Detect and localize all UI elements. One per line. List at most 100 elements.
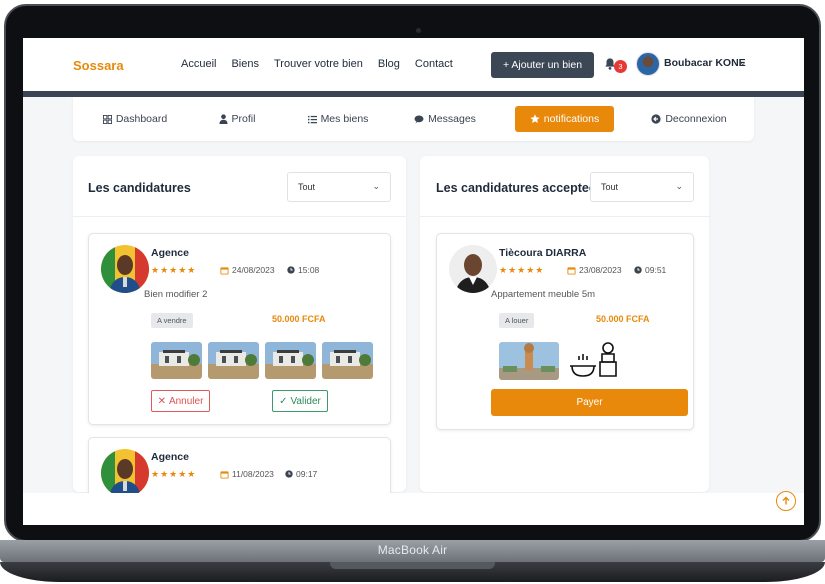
grid-icon bbox=[102, 114, 112, 124]
property-photo[interactable] bbox=[151, 342, 202, 379]
accepted-candidature-card: Tiècoura DIARRA ★★★★★ 23/08/2023 09:51 A… bbox=[436, 233, 694, 430]
tab-label: Mes biens bbox=[320, 113, 369, 125]
nav-link-contact[interactable]: Contact bbox=[415, 58, 453, 70]
pay-button[interactable]: Payer bbox=[491, 389, 688, 416]
date-text: 24/08/2023 bbox=[232, 265, 275, 275]
tab-profil[interactable]: Profil bbox=[209, 106, 265, 132]
acceptees-filter-select[interactable]: Tout ⌄ bbox=[590, 172, 694, 202]
clock-icon bbox=[634, 266, 642, 274]
calendar-icon bbox=[567, 266, 576, 275]
property-photo[interactable] bbox=[499, 342, 559, 380]
scroll-to-top-button[interactable] bbox=[776, 491, 796, 511]
add-property-button[interactable]: + Ajouter un bien bbox=[491, 52, 594, 78]
hinge-notch bbox=[330, 562, 495, 569]
panel-title: Les candidatures bbox=[88, 181, 191, 195]
nav-link-accueil[interactable]: Accueil bbox=[181, 58, 216, 70]
chat-icon bbox=[414, 114, 424, 124]
property-price: 50.000 FCFA bbox=[272, 314, 326, 324]
tab-dashboard[interactable]: Dashboard bbox=[95, 106, 175, 132]
tab-label: Messages bbox=[428, 113, 476, 125]
nav-link-trouver[interactable]: Trouver votre bien bbox=[274, 58, 363, 70]
button-label: Annuler bbox=[168, 395, 204, 407]
tab-label: Deconnexion bbox=[665, 113, 727, 125]
select-value: Tout bbox=[298, 182, 316, 192]
navbar: Sossara Accueil Biens Trouver votre bien… bbox=[23, 38, 804, 91]
calendar-icon bbox=[220, 470, 229, 479]
status-badge: A vendre bbox=[151, 313, 193, 328]
nav-link-blog[interactable]: Blog bbox=[378, 58, 400, 70]
validate-button[interactable]: ✓ Valider bbox=[272, 390, 328, 412]
time-text: 09:51 bbox=[645, 265, 667, 275]
property-photo[interactable] bbox=[208, 342, 259, 379]
candidature-date: 11/08/2023 bbox=[220, 469, 274, 479]
calendar-icon bbox=[220, 266, 229, 275]
nav-links: Accueil Biens Trouver votre bien Blog Co… bbox=[181, 58, 468, 70]
date-text: 23/08/2023 bbox=[579, 265, 622, 275]
candidate-name: Tiècoura DIARRA bbox=[499, 247, 587, 259]
camera bbox=[416, 28, 421, 33]
rating-stars: ★★★★★ bbox=[151, 265, 197, 275]
property-photo[interactable] bbox=[265, 342, 316, 379]
tab-deconnexion[interactable]: Deconnexion bbox=[651, 106, 727, 132]
screen: Sossara Accueil Biens Trouver votre bien… bbox=[23, 38, 804, 525]
rating-stars: ★★★★★ bbox=[151, 469, 197, 479]
property-description: Bien modifier 2 bbox=[144, 289, 208, 300]
tab-notifications[interactable]: notifications bbox=[515, 106, 614, 132]
candidature-date: 24/08/2023 bbox=[220, 265, 275, 275]
time-text: 09:17 bbox=[296, 469, 318, 479]
chevron-down-icon: ⌄ bbox=[372, 181, 380, 191]
tab-label: notifications bbox=[543, 113, 600, 125]
list-icon bbox=[307, 115, 317, 123]
candidatures-filter-select[interactable]: Tout ⌄ bbox=[287, 172, 391, 202]
select-value: Tout bbox=[601, 182, 619, 192]
user-icon bbox=[218, 114, 228, 124]
star-icon bbox=[530, 114, 540, 123]
avatar bbox=[449, 245, 497, 293]
property-price: 50.000 FCFA bbox=[596, 314, 650, 324]
tab-mes-biens[interactable]: Mes biens bbox=[303, 106, 373, 132]
user-name[interactable]: Boubacar KONE bbox=[664, 57, 746, 69]
chevron-down-icon: ⌄ bbox=[675, 181, 683, 191]
nav-link-biens[interactable]: Biens bbox=[231, 58, 259, 70]
panel-title: Les candidatures acceptees bbox=[436, 181, 603, 195]
site-logo[interactable]: Sossara bbox=[73, 58, 124, 73]
button-label: Valider bbox=[290, 395, 321, 407]
property-description: Appartement meuble 5m bbox=[491, 289, 596, 300]
candidature-date: 23/08/2023 bbox=[567, 265, 622, 275]
avatar bbox=[101, 245, 149, 293]
candidature-time: 09:17 bbox=[285, 469, 317, 479]
tab-messages[interactable]: Messages bbox=[413, 106, 477, 132]
date-text: 11/08/2023 bbox=[232, 469, 274, 479]
close-icon: ✕ bbox=[157, 395, 166, 407]
candidatures-panel: Les candidatures Tout ⌄ Agence ★★★★★ 24/… bbox=[73, 156, 406, 507]
status-badge: A louer bbox=[499, 313, 535, 328]
clock-icon bbox=[285, 470, 293, 478]
avatar bbox=[101, 449, 149, 497]
time-text: 15:08 bbox=[298, 265, 320, 275]
tab-label: Dashboard bbox=[115, 113, 168, 125]
property-photo[interactable] bbox=[322, 342, 373, 379]
page-footer-band bbox=[23, 493, 804, 525]
device-label: MacBook Air bbox=[377, 543, 448, 557]
notification-count-badge: 3 bbox=[614, 60, 627, 73]
panel-divider bbox=[420, 216, 709, 217]
tab-label: Profil bbox=[231, 113, 256, 125]
acceptees-panel: Les candidatures acceptees Tout ⌄ Tiècou… bbox=[420, 156, 709, 492]
rating-stars: ★★★★★ bbox=[499, 265, 545, 275]
candidate-name: Agence bbox=[151, 247, 189, 259]
clock-icon bbox=[287, 266, 295, 274]
logout-icon bbox=[651, 114, 661, 124]
candidature-time: 15:08 bbox=[287, 265, 319, 275]
candidate-name: Agence bbox=[151, 451, 189, 463]
candidature-card: Agence ★★★★★ 24/08/2023 15:08 Bien modif… bbox=[88, 233, 391, 425]
cancel-button[interactable]: ✕ Annuler bbox=[151, 390, 210, 412]
user-avatar[interactable] bbox=[636, 52, 660, 76]
check-icon: ✓ bbox=[279, 395, 288, 407]
candidature-time: 09:51 bbox=[634, 265, 666, 275]
chevron-down-icon[interactable]: ⌄ bbox=[739, 57, 747, 68]
property-photo[interactable] bbox=[564, 340, 626, 382]
arrow-up-icon bbox=[782, 496, 790, 505]
dashboard-tabbar: Dashboard Profil Mes biens Messages noti… bbox=[73, 97, 754, 141]
laptop-frame: MacBook Air Sossara Accueil Biens Trouve… bbox=[0, 0, 825, 584]
panel-divider bbox=[73, 216, 406, 217]
